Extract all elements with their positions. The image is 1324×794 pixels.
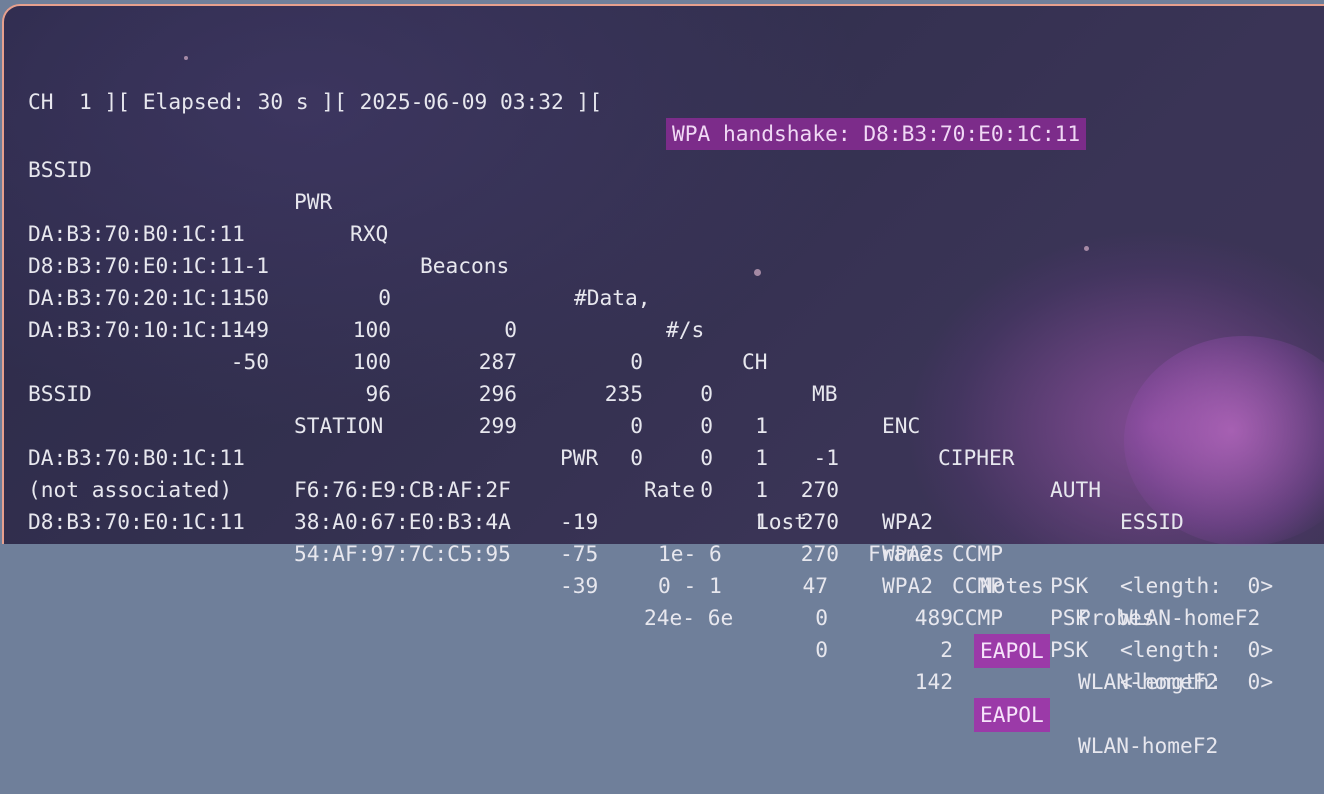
col-mb: MB <box>812 381 838 406</box>
station-table-header: BSSID STATION PWR Rate Lost Frames Notes… <box>28 346 1324 630</box>
ap-table-row: D8:B3:70:E0:1C:11 -50 100 287 235 0 1 27… <box>28 253 1261 630</box>
status-line: CH 1 ][ Elapsed: 30 s ][ 2025-06-09 03:3… <box>28 54 1324 150</box>
col-rate: #/s <box>666 317 705 342</box>
station-table-row: D8:B3:70:E0:1C:11 54:AF:97:7C:C5:95 -39 … <box>28 509 1219 758</box>
terminal-window[interactable]: CH 1 ][ Elapsed: 30 s ][ 2025-06-09 03:3… <box>2 4 1324 758</box>
eapol-note-badge: EAPOL <box>974 634 1050 668</box>
col-lost: Lost <box>756 509 808 534</box>
ap-table-header: BSSID PWR RXQ Beacons #Data, #/s CH MB E… <box>28 122 1324 534</box>
ap-table-row: DA:B3:70:10:1C:11 -50 96 299 0 0 1 270 W… <box>28 317 1274 694</box>
status-channel-elapsed-time: CH 1 ][ Elapsed: 30 s ][ 2025-06-09 03:3… <box>28 89 603 114</box>
col-frames: Frames <box>868 541 945 566</box>
col-essid: ESSID <box>1120 509 1184 534</box>
ap-table-row: DA:B3:70:20:1C:11 -49 100 296 0 0 1 270 … <box>28 285 1274 662</box>
col-notes: Notes <box>980 573 1044 598</box>
ap-table-row: DA:B3:70:B0:1C:11 -1 0 0 0 0 1 -1 <lengt… <box>28 221 1274 598</box>
col-probes: Probes <box>1078 605 1155 630</box>
station-table-row: DA:B3:70:B0:1C:11 F6:76:E9:CB:AF:2F -19 … <box>28 445 1219 694</box>
station-table-row: (not associated) 38:A0:67:E0:B3:4A -75 0… <box>28 477 953 662</box>
col-bssid: BSSID <box>28 381 92 406</box>
col-bssid: BSSID <box>28 157 92 182</box>
eapol-note-badge: EAPOL <box>974 698 1050 732</box>
